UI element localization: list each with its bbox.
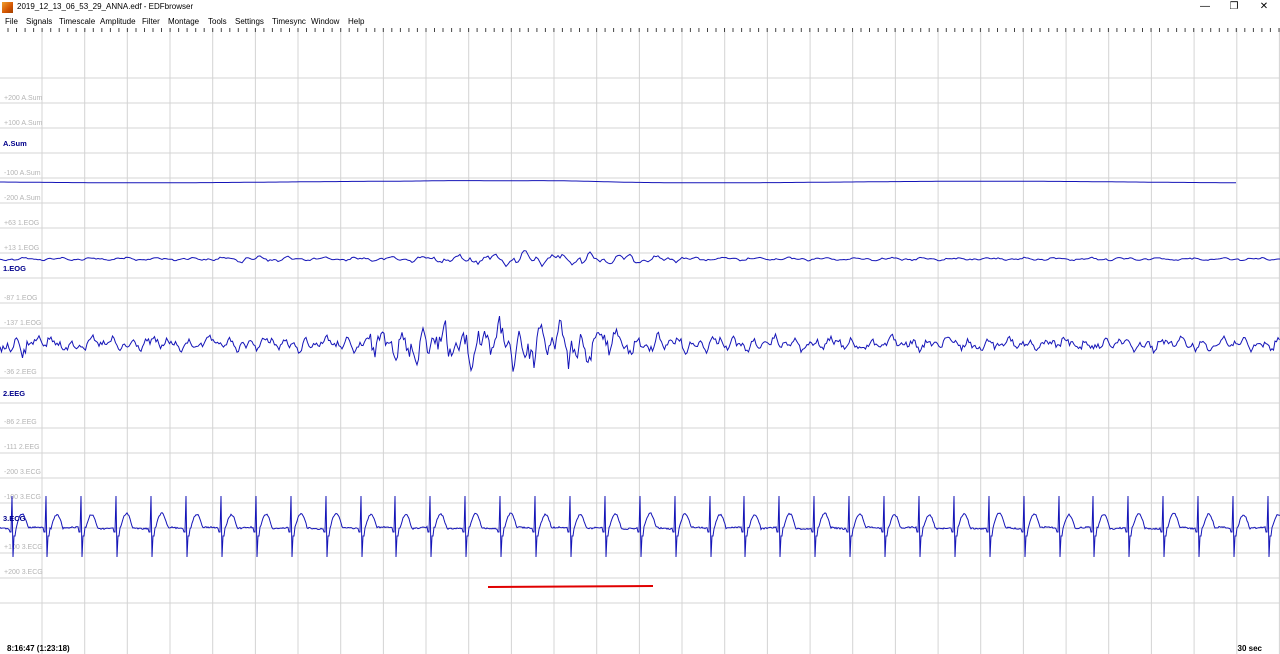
scale-label: -86 2.EEG <box>4 419 37 426</box>
menu-timescale[interactable]: Timescale <box>59 17 95 26</box>
scale-label: -100 3.ECG <box>4 494 41 501</box>
scale-label: -200 3.ECG <box>4 469 41 476</box>
close-button[interactable]: ✕ <box>1250 0 1278 15</box>
menu-tools[interactable]: Tools <box>208 17 227 26</box>
timescale-readout: 30 sec <box>1237 644 1262 653</box>
scale-label: +100 A.Sum <box>4 120 43 127</box>
signal-label-eeg[interactable]: 2.EEG <box>3 389 25 398</box>
scale-label: -200 A.Sum <box>4 195 41 202</box>
menu-settings[interactable]: Settings <box>235 17 264 26</box>
time-ruler <box>7 28 1280 32</box>
menu-bar: File Signals Timescale Amplitude Filter … <box>0 15 1280 28</box>
scale-label: +200 3.ECG <box>4 569 43 576</box>
restore-button[interactable]: ❐ <box>1220 0 1248 15</box>
menu-timesync[interactable]: Timesync <box>272 17 306 26</box>
scale-label: -137 1.EOG <box>4 320 41 327</box>
signal-trace-asum[interactable] <box>0 180 1236 184</box>
menu-file[interactable]: File <box>5 17 18 26</box>
scale-label: -111 2.EEG <box>4 444 40 451</box>
menu-filter[interactable]: Filter <box>142 17 160 26</box>
app-icon <box>2 2 13 13</box>
signal-label-eog[interactable]: 1.EOG <box>3 264 26 273</box>
scale-label: -36 2.EEG <box>4 369 37 376</box>
scale-label: +63 1.EOG <box>4 220 39 227</box>
menu-montage[interactable]: Montage <box>168 17 199 26</box>
scale-label: -100 A.Sum <box>4 170 41 177</box>
signal-label-asum[interactable]: A.Sum <box>3 139 27 148</box>
signal-trace-ecg[interactable] <box>0 495 1280 558</box>
title-bar: 2019_12_13_06_53_29_ANNA.edf - EDFbrowse… <box>0 0 1280 15</box>
menu-amplitude[interactable]: Amplitude <box>100 17 136 26</box>
scale-label: +200 A.Sum <box>4 95 43 102</box>
scale-label: +13 1.EOG <box>4 245 39 252</box>
scale-label: -87 1.EOG <box>4 295 37 302</box>
menu-help[interactable]: Help <box>348 17 364 26</box>
annotation-marker[interactable] <box>487 585 654 588</box>
minimize-button[interactable]: — <box>1191 0 1219 15</box>
signal-label-ecg[interactable]: 3.ECG <box>3 514 26 523</box>
window-title: 2019_12_13_06_53_29_ANNA.edf - EDFbrowse… <box>17 2 194 11</box>
scale-label: +100 3.ECG <box>4 544 43 551</box>
time-position: 8:16:47 (1:23:18) <box>7 644 70 653</box>
menu-signals[interactable]: Signals <box>26 17 52 26</box>
menu-window[interactable]: Window <box>311 17 339 26</box>
signal-canvas[interactable]: +200 A.Sum +100 A.Sum -100 A.Sum -200 A.… <box>0 28 1280 654</box>
